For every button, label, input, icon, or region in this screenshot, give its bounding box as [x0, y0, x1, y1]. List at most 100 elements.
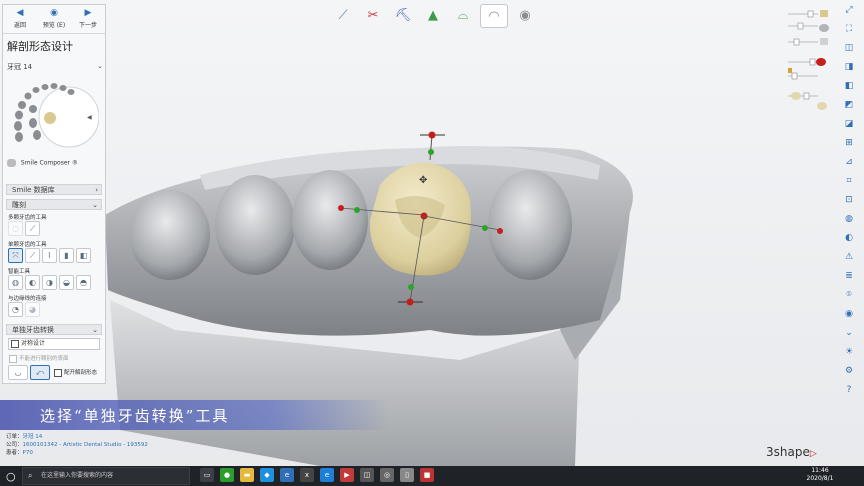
- smart-tool-1[interactable]: ◍: [8, 275, 23, 290]
- smart-tool-4[interactable]: ◒: [59, 275, 74, 290]
- rotate-handle-right[interactable]: [497, 228, 503, 234]
- molar-tooth-2: [215, 175, 295, 275]
- morph-tool-1[interactable]: ◔: [8, 302, 23, 317]
- right-toolbar: ⤢ ⛶ ◫ ◨ ◧ ◩ ◪ ⊞ ⊿ ⌗ ⊡ ◍ ◐ ⚠ ≣ ⌾ ◉ ⌄ ☀ ⚙ …: [843, 4, 859, 403]
- light-icon[interactable]: ☀: [843, 346, 855, 358]
- window-icon[interactable]: ▯: [400, 468, 414, 482]
- cone-tool[interactable]: ▲: [420, 4, 446, 26]
- cylinder-tool[interactable]: ▮: [59, 248, 74, 263]
- move-handle-right[interactable]: [482, 225, 488, 231]
- start-button[interactable]: ○: [6, 470, 16, 483]
- color-icon[interactable]: ◉: [843, 308, 855, 320]
- taskbar-clock[interactable]: 11:46 2020/8/1: [800, 467, 840, 483]
- logo-triangle-icon: ▷: [809, 449, 817, 459]
- multi-tool-1[interactable]: ◌: [8, 221, 23, 236]
- camera-icon[interactable]: ⌾: [843, 289, 855, 301]
- tray-tool[interactable]: ⌓: [450, 4, 476, 26]
- single-tooth-transform-tool[interactable]: ⤧: [8, 248, 23, 263]
- clock-time: 11:46: [811, 467, 829, 474]
- contact-tool[interactable]: ◧: [76, 248, 91, 263]
- wechat-icon[interactable]: ●: [220, 468, 234, 482]
- cylinder-icon: ▮: [64, 251, 69, 260]
- rotate-handle-top[interactable]: [428, 131, 436, 139]
- view-front-icon[interactable]: ◨: [843, 61, 855, 73]
- clip-icon[interactable]: ⊡: [843, 194, 855, 206]
- tool-app-icon[interactable]: ◫: [360, 468, 374, 482]
- media-icon[interactable]: ▶: [340, 468, 354, 482]
- separate-anatomy-option[interactable]: 配开解剖形态: [54, 368, 97, 377]
- preview-button[interactable]: ◉ 预览 (E): [37, 5, 71, 33]
- 3d-viewport[interactable]: ✥: [0, 0, 864, 466]
- view-mode-dropdown[interactable]: ◡: [8, 365, 28, 380]
- view-top-icon[interactable]: ◫: [843, 42, 855, 54]
- symmetry-checkbox-label: 对称设计: [21, 340, 46, 347]
- taskbar-search-placeholder: 在这里输入你要搜索的内容: [41, 472, 114, 479]
- premolar-tooth-15: [292, 170, 368, 270]
- multi-tool-2[interactable]: ⟋: [25, 221, 40, 236]
- app-icon[interactable]: ◆: [260, 468, 274, 482]
- transform-mode-dropdown[interactable]: ⤺: [30, 365, 50, 380]
- occlusion-icon[interactable]: ⊞: [843, 137, 855, 149]
- smart-tool-3[interactable]: ◑: [42, 275, 57, 290]
- fit-view-icon[interactable]: ⤢: [843, 4, 855, 16]
- transparency-icon[interactable]: ◐: [843, 232, 855, 244]
- view-back-icon[interactable]: ◩: [843, 99, 855, 111]
- settings-icon[interactable]: ⚙: [843, 365, 855, 377]
- exocad-icon[interactable]: x: [300, 468, 314, 482]
- top-toolbar: ⟋ ✂ ⛏ ▲ ⌓ ◠ ◉: [330, 4, 546, 28]
- measure-icon[interactable]: ⊿: [843, 156, 855, 168]
- morph-tool-2[interactable]: ◕: [25, 302, 40, 317]
- brand-logo: 3shape▷: [766, 445, 817, 459]
- wax-knife-tool[interactable]: ⌇: [42, 248, 57, 263]
- tooth-selector[interactable]: 牙冠 14 ⌄: [7, 62, 103, 72]
- sculpt-tool[interactable]: ⟋: [25, 248, 40, 263]
- browser-icon[interactable]: e: [320, 468, 334, 482]
- dental-app-icon[interactable]: ◎: [380, 468, 394, 482]
- warning-icon[interactable]: ⚠: [843, 251, 855, 263]
- task-view-icon[interactable]: ▭: [200, 468, 214, 482]
- move-handle-top[interactable]: [428, 149, 434, 155]
- smart-tool-5[interactable]: ◓: [76, 275, 91, 290]
- folder-icon[interactable]: ▬: [240, 468, 254, 482]
- scissors-tool[interactable]: ✂: [360, 4, 386, 26]
- fullscreen-icon[interactable]: ⛶: [843, 23, 855, 35]
- multi-tool-row: ◌ ⟋: [8, 221, 40, 236]
- sphere-tool[interactable]: ◉: [512, 4, 538, 26]
- circle-icon: ○: [6, 470, 16, 483]
- tooth-icon: ◧: [79, 251, 88, 260]
- library-section-header[interactable]: Smile 数据库 ›: [6, 184, 102, 195]
- move-handle-bottom[interactable]: [408, 284, 414, 290]
- shovel-icon: ⛏: [394, 7, 412, 23]
- transform-section-header[interactable]: 单独牙齿转换 ⌄: [6, 324, 102, 335]
- chevron-right-icon: ›: [95, 186, 98, 194]
- tooth-icon: ◑: [46, 278, 53, 287]
- smart-tool-2[interactable]: ◐: [25, 275, 40, 290]
- back-button[interactable]: ◀ 返回: [3, 5, 37, 33]
- visibility-sliders[interactable]: [784, 4, 834, 114]
- margin-icon: ⟋: [338, 7, 348, 23]
- tooth-view-icon[interactable]: ◍: [843, 213, 855, 225]
- chevron-down-icon[interactable]: ⌄: [843, 327, 855, 339]
- tooth-tool[interactable]: ◠: [480, 4, 508, 28]
- margin-line-tool[interactable]: ⟋: [330, 4, 356, 26]
- anatomy-section-header[interactable]: 雕刻 ⌄: [6, 199, 102, 210]
- view-side-icon[interactable]: ◧: [843, 80, 855, 92]
- symmetry-checkbox[interactable]: [11, 339, 19, 348]
- layers-icon[interactable]: ≣: [843, 270, 855, 282]
- next-button[interactable]: ▶ 下一步: [71, 5, 105, 33]
- rotate-handle-left[interactable]: [338, 205, 344, 211]
- shovel-tool[interactable]: ⛏: [390, 4, 416, 26]
- taskbar-search[interactable]: ⌕ 在这里输入你要搜索的内容: [22, 467, 190, 485]
- help-icon[interactable]: ?: [843, 384, 855, 396]
- view-bottom-icon[interactable]: ◪: [843, 118, 855, 130]
- separate-anatomy-checkbox[interactable]: [54, 368, 62, 377]
- section-icon[interactable]: ⌗: [843, 175, 855, 187]
- edge-icon[interactable]: e: [280, 468, 294, 482]
- symmetry-checkbox-row[interactable]: 对称设计: [8, 338, 100, 350]
- move-handle-left[interactable]: [354, 207, 360, 213]
- smile-composer-row[interactable]: Smile Composer ®: [7, 159, 103, 171]
- tooth-icon: ◒: [63, 278, 70, 287]
- rotate-handle-bottom[interactable]: [406, 298, 414, 306]
- dental-arch-thumbnail[interactable]: ◀: [11, 77, 99, 153]
- video-icon[interactable]: ■: [420, 468, 434, 482]
